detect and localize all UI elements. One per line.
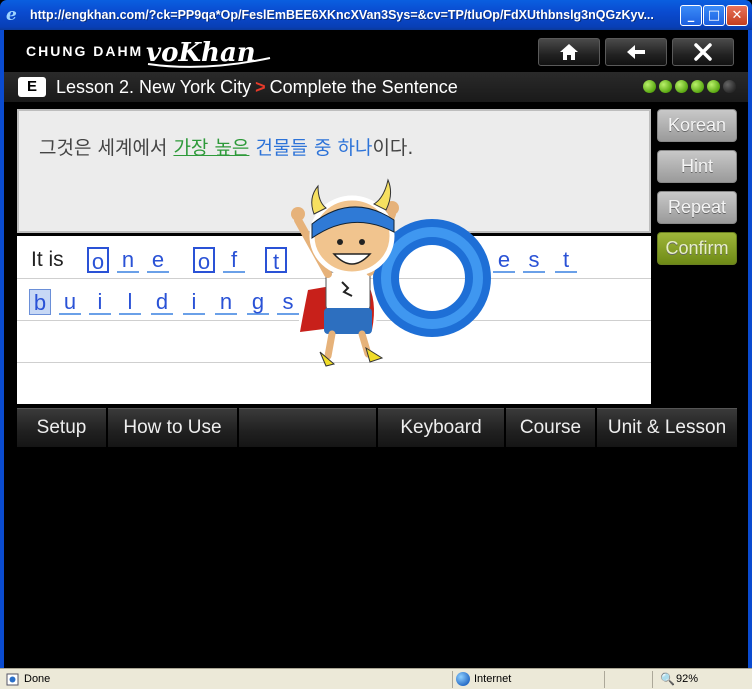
lesson-title: Lesson 2. New York City xyxy=(56,77,252,97)
internet-zone-icon xyxy=(456,672,470,686)
letter-slot[interactable]: e xyxy=(147,247,169,273)
close-icon xyxy=(694,43,712,61)
window-close-button[interactable]: ✕ xyxy=(726,5,748,26)
browser-title-bar: e http://engkhan.com/?ck=PP9qa*Op/FeslEm… xyxy=(0,0,752,30)
letter-slot[interactable]: d xyxy=(151,289,173,315)
letter-slot[interactable]: o xyxy=(87,247,109,274)
brand-name: CHUNG DAHM xyxy=(26,43,144,59)
app-header: CHUNG DAHM voKhan xyxy=(4,30,748,72)
sentence-prefix: 그것은 세계에서 xyxy=(39,137,174,159)
sentence-highlight-green: 가장 높은 xyxy=(173,137,250,159)
mascot-feedback xyxy=(262,150,502,385)
maximize-icon: □ xyxy=(707,8,721,23)
letter-slot[interactable]: n xyxy=(215,289,237,315)
hint-button[interactable]: Hint xyxy=(657,150,737,183)
progress-dot xyxy=(659,80,672,93)
arrow-left-icon xyxy=(627,45,645,59)
progress-dot xyxy=(691,80,704,93)
letter-slot[interactable]: t xyxy=(555,247,577,273)
status-text: Done xyxy=(24,673,51,685)
letter-slot-active[interactable]: b xyxy=(29,289,51,315)
home-icon xyxy=(560,44,578,60)
letter-slot[interactable]: s xyxy=(523,247,545,273)
progress-dot xyxy=(643,80,656,93)
maximize-button[interactable]: □ xyxy=(703,5,725,26)
status-divider xyxy=(652,671,653,688)
repeat-button[interactable]: Repeat xyxy=(657,191,737,224)
letter-slot[interactable]: l xyxy=(119,289,141,315)
how-to-use-button[interactable]: How to Use xyxy=(108,408,237,447)
minimize-button[interactable]: _ xyxy=(680,5,702,26)
zoom-level[interactable]: 92% xyxy=(676,673,698,685)
letter-slot[interactable]: i xyxy=(183,289,205,315)
progress-dot xyxy=(723,80,736,93)
letter-slot[interactable]: n xyxy=(117,247,139,273)
letter-slot[interactable]: o xyxy=(193,247,215,274)
vokhan-logo: voKhan xyxy=(144,34,274,73)
security-zone: Internet xyxy=(474,673,512,685)
lesson-bar: E Lesson 2. New York City > Complete the S… xyxy=(4,72,748,102)
course-button[interactable]: Course xyxy=(506,408,595,447)
close-window-icon: ✕ xyxy=(731,8,743,23)
letter-slot[interactable]: i xyxy=(89,289,111,315)
breadcrumb-separator: > xyxy=(255,77,266,97)
korean-button[interactable]: Korean xyxy=(657,109,737,142)
status-divider xyxy=(452,671,453,688)
level-badge: E xyxy=(18,77,46,97)
correct-circle-icon xyxy=(373,219,491,337)
confirm-button[interactable]: Confirm xyxy=(657,232,737,265)
zoom-icon[interactable]: 🔍 xyxy=(660,672,675,686)
back-button[interactable] xyxy=(605,38,667,66)
home-button[interactable] xyxy=(538,38,600,66)
ie-icon: e xyxy=(6,5,17,25)
minimize-icon: _ xyxy=(687,8,695,23)
close-app-button[interactable] xyxy=(672,38,734,66)
progress-dot xyxy=(675,80,688,93)
nav-spacer xyxy=(239,408,376,447)
browser-status-bar: Done Internet 🔍 92% xyxy=(0,668,752,689)
page-done-icon xyxy=(6,673,19,686)
lesson-progress xyxy=(643,80,736,93)
lesson-breadcrumb: Lesson 2. New York City > Complete the Sen… xyxy=(56,77,458,98)
browser-url-title: http://engkhan.com/?ck=PP9qa*Op/FeslEmBE… xyxy=(30,8,654,22)
setup-button[interactable]: Setup xyxy=(17,408,106,447)
keyboard-button[interactable]: Keyboard xyxy=(378,408,504,447)
letter-slot[interactable]: f xyxy=(223,247,245,273)
status-divider xyxy=(604,671,605,688)
letter-slot[interactable]: u xyxy=(59,289,81,315)
unit-lesson-button[interactable]: Unit & Lesson xyxy=(597,408,737,447)
progress-dot xyxy=(707,80,720,93)
bottom-nav: Setup How to Use Keyboard Course Unit & … xyxy=(17,408,737,447)
answer-lead-text: It is xyxy=(31,248,64,271)
section-title: Complete the Sentence xyxy=(269,77,458,97)
